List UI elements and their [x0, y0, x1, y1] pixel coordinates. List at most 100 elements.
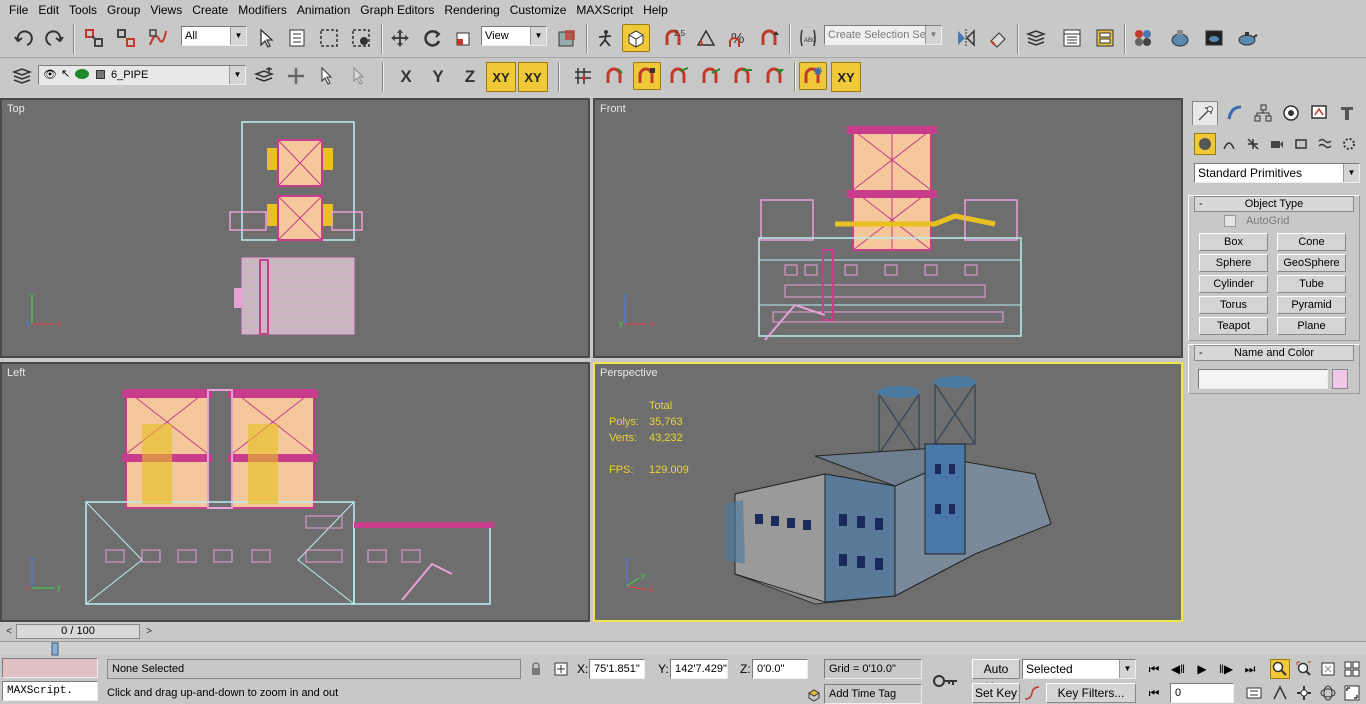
select-in-layer-icon[interactable] [313, 62, 341, 90]
orbit-icon[interactable] [1318, 683, 1338, 703]
add-to-layer-icon[interactable] [282, 62, 310, 90]
zoom-all-icon[interactable] [1294, 659, 1314, 679]
utilities-tab-icon[interactable] [1334, 101, 1360, 125]
object-name-field[interactable] [1198, 369, 1328, 389]
redo-icon[interactable] [40, 24, 68, 52]
time-configuration-icon[interactable] [1244, 683, 1264, 703]
modify-tab-icon[interactable] [1222, 101, 1248, 125]
menu-modifiers[interactable]: Modifiers [233, 0, 292, 20]
set-current-layer-icon[interactable] [345, 62, 373, 90]
render-teapot-icon[interactable] [75, 69, 89, 79]
move-icon[interactable] [386, 24, 414, 52]
torus-button[interactable]: Torus [1199, 296, 1268, 314]
create-new-layer-icon[interactable] [250, 62, 278, 90]
box-button[interactable]: Box [1199, 233, 1268, 251]
geosphere-button[interactable]: GeoSphere [1277, 254, 1346, 272]
window-crossing-icon[interactable] [347, 24, 375, 52]
time-slider[interactable]: 0 / 100 [16, 624, 140, 639]
layer-manager-icon[interactable] [1022, 24, 1050, 52]
menu-rendering[interactable]: Rendering [439, 0, 504, 20]
menu-graph-editors[interactable]: Graph Editors [355, 0, 439, 20]
material-editor-icon[interactable] [1129, 24, 1157, 52]
curve-editor-icon[interactable] [1058, 24, 1086, 52]
named-selection-sets-dropdown[interactable]: Create Selection Set ▼ [824, 25, 942, 45]
zoom-extents-all-icon[interactable] [1342, 659, 1362, 679]
maxscript-mini-listener-top[interactable] [2, 658, 98, 678]
space-warps-icon[interactable] [1314, 133, 1336, 155]
set-keys-key-icon[interactable] [932, 669, 960, 693]
unlink-selection-icon[interactable] [112, 24, 140, 52]
auto-key-button[interactable]: Auto Key [972, 659, 1020, 694]
viewport-front[interactable]: Front xzy [593, 98, 1183, 358]
selection-filter-dropdown[interactable]: All ▼ [181, 26, 247, 46]
mirror-icon[interactable] [952, 24, 980, 52]
absolute-offset-toggle-icon[interactable] [551, 659, 571, 679]
shapes-icon[interactable] [1218, 133, 1240, 155]
constrain-xy-plane-button[interactable]: XY [518, 62, 548, 92]
time-tag-icon[interactable] [804, 685, 824, 704]
go-to-start-icon[interactable]: ⏮ [1144, 659, 1164, 679]
go-to-end-icon[interactable]: ⏭ [1240, 659, 1260, 679]
rotate-icon[interactable] [418, 24, 446, 52]
motion-tab-icon[interactable] [1278, 101, 1304, 125]
menu-customize[interactable]: Customize [505, 0, 572, 20]
undo-icon[interactable] [10, 24, 38, 52]
x-coordinate-field[interactable]: 75'1.851" [589, 659, 645, 679]
pivot-snap-icon[interactable] [601, 62, 629, 90]
object-color-swatch[interactable] [1332, 369, 1348, 389]
play-animation-icon[interactable]: ▶ [1192, 659, 1212, 679]
constrain-xy-button[interactable]: XY [486, 62, 516, 92]
keyboard-shortcut-override-icon[interactable] [622, 24, 650, 52]
rendered-frame-window-icon[interactable] [1200, 24, 1228, 52]
scale-icon[interactable] [450, 24, 478, 52]
plane-button[interactable]: Plane [1277, 317, 1346, 335]
next-frame-arrow-icon[interactable]: > [142, 624, 156, 639]
constrain-x-button[interactable]: X [391, 62, 421, 92]
pan-view-icon[interactable] [1294, 683, 1314, 703]
menu-group[interactable]: Group [102, 0, 145, 20]
lights-icon[interactable] [1242, 133, 1264, 155]
cameras-icon[interactable] [1266, 133, 1288, 155]
autogrid-checkbox[interactable] [1224, 215, 1236, 227]
set-key-button[interactable]: Set Key [972, 683, 1020, 703]
viewport-top[interactable]: Top xyz [0, 98, 590, 358]
cylinder-button[interactable]: Cylinder [1199, 275, 1268, 293]
edge-snap-icon[interactable] [729, 62, 757, 90]
snaps-toggle-icon[interactable]: 2.5 [660, 24, 688, 52]
layer-color-swatch[interactable] [96, 70, 105, 79]
cone-button[interactable]: Cone [1277, 233, 1346, 251]
eye-icon[interactable]: 👁 [43, 66, 57, 84]
rectangular-selection-icon[interactable] [315, 24, 343, 52]
face-snap-icon[interactable] [761, 62, 789, 90]
key-filters-button[interactable]: Key Filters... [1046, 683, 1136, 703]
pyramid-button[interactable]: Pyramid [1277, 296, 1346, 314]
sphere-button[interactable]: Sphere [1199, 254, 1268, 272]
spinner-snap-icon[interactable] [756, 24, 784, 52]
endpoint-snap-icon[interactable] [665, 62, 693, 90]
midpoint-snap-icon[interactable] [697, 62, 725, 90]
teapot-button[interactable]: Teapot [1199, 317, 1268, 335]
track-bar[interactable] [0, 641, 1366, 656]
percent-snap-icon[interactable]: % [724, 24, 752, 52]
menu-maxscript[interactable]: MAXScript [571, 0, 638, 20]
key-mode-dropdown[interactable]: Selected ▼ [1022, 659, 1136, 679]
schematic-view-icon[interactable] [1091, 24, 1119, 52]
snap-axis-constraint-button[interactable]: XY [831, 62, 861, 92]
viewport-left[interactable]: Left yzx [0, 362, 590, 622]
menu-help[interactable]: Help [638, 0, 673, 20]
menu-tools[interactable]: Tools [64, 0, 102, 20]
systems-icon[interactable] [1338, 133, 1360, 155]
next-frame-icon[interactable]: ‖▶ [1216, 659, 1236, 679]
vertex-snap-icon[interactable] [633, 62, 661, 90]
grid-snap-icon[interactable] [569, 62, 597, 90]
menu-views[interactable]: Views [145, 0, 187, 20]
constrain-z-button[interactable]: Z [455, 62, 485, 92]
create-tab-icon[interactable] [1192, 101, 1218, 125]
select-by-name-icon[interactable] [283, 24, 311, 52]
key-mode-toggle-icon[interactable]: ⏮ [1144, 683, 1164, 703]
angle-snap-icon[interactable] [692, 24, 720, 52]
pointer-icon[interactable]: ↖ [61, 65, 70, 83]
select-and-link-icon[interactable] [80, 24, 108, 52]
primitive-category-dropdown[interactable]: Standard Primitives ▼ [1194, 163, 1360, 183]
current-layer-dropdown[interactable]: 👁 ↖ 6_PIPE ▼ [38, 65, 246, 85]
